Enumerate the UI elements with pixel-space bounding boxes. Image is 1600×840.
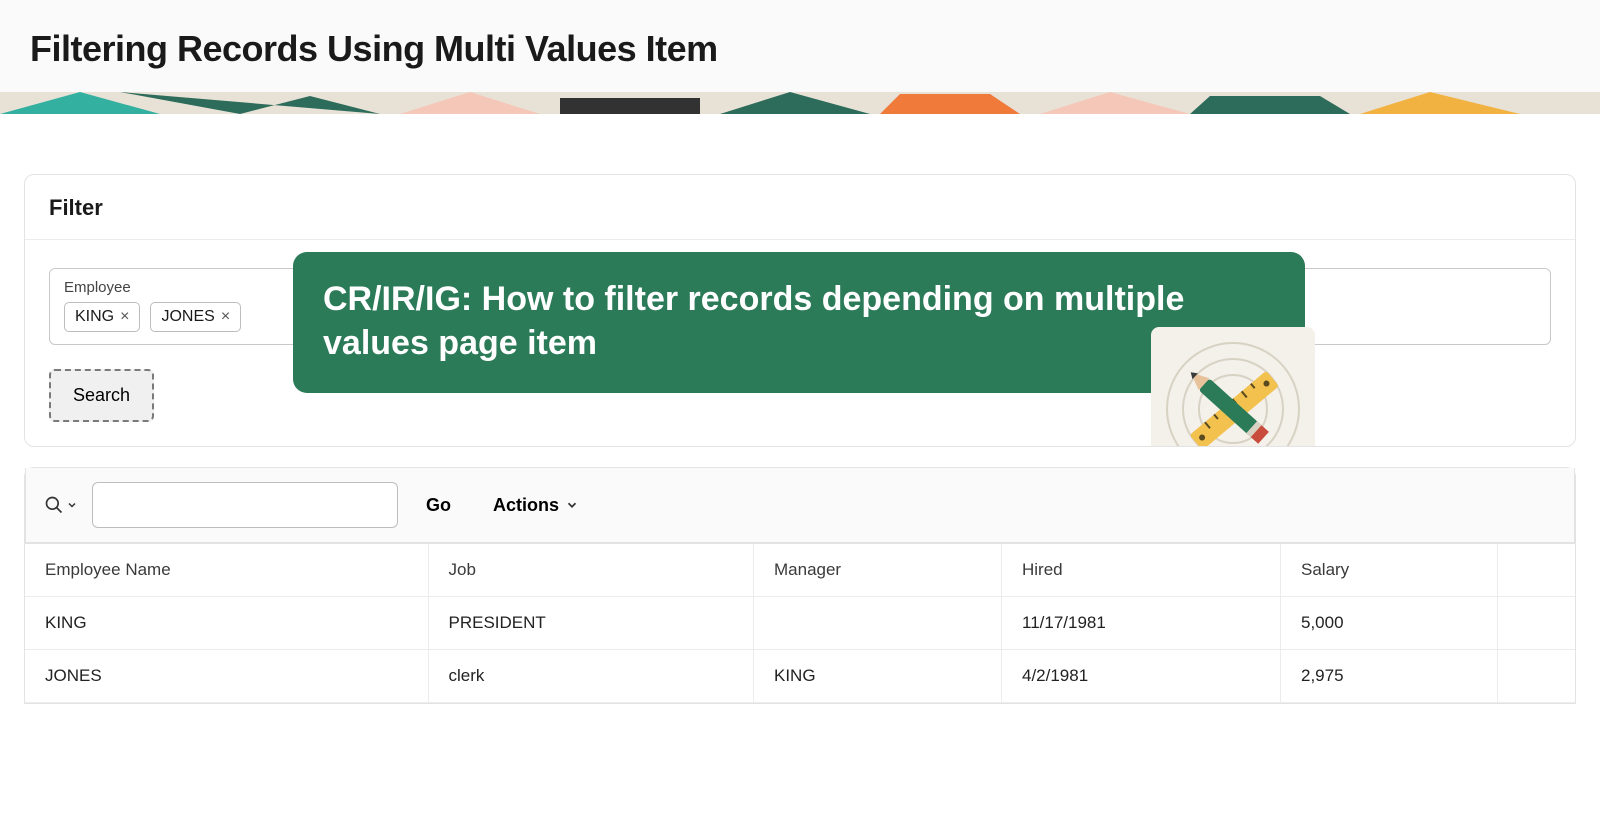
interactive-report: Go Actions Employee Name Job Manager Hir… (24, 467, 1576, 704)
table-row[interactable]: JONES clerk KING 4/2/1981 2,975 (25, 650, 1575, 703)
report-toolbar: Go Actions (25, 468, 1575, 543)
go-button[interactable]: Go (412, 487, 465, 524)
cell-name: KING (25, 597, 428, 650)
col-header-hired[interactable]: Hired (1002, 544, 1281, 597)
filter-region: Filter Employee KING × JONES × Search C (24, 174, 1576, 447)
cell-extra (1498, 650, 1576, 703)
chip-king[interactable]: KING × (64, 302, 140, 332)
annotation-text: CR/IR/IG: How to filter records dependin… (323, 280, 1184, 362)
cell-job: clerk (428, 650, 754, 703)
report-search-input[interactable] (92, 482, 398, 528)
search-column-selector[interactable] (40, 482, 82, 528)
search-icon (44, 495, 64, 515)
filter-region-title: Filter (25, 175, 1575, 240)
chevron-down-icon (66, 499, 78, 511)
cell-hired: 11/17/1981 (1002, 597, 1281, 650)
actions-label: Actions (493, 495, 559, 516)
close-icon[interactable]: × (221, 308, 230, 326)
col-header-job[interactable]: Job (428, 544, 754, 597)
page-header: Filtering Records Using Multi Values Ite… (0, 0, 1600, 92)
chip-label: JONES (161, 308, 214, 326)
cell-salary: 5,000 (1281, 597, 1498, 650)
cell-salary: 2,975 (1281, 650, 1498, 703)
search-button[interactable]: Search (49, 369, 154, 422)
cell-manager: KING (754, 650, 1002, 703)
decorative-banner (0, 92, 1600, 114)
cell-name: JONES (25, 650, 428, 703)
page-title: Filtering Records Using Multi Values Ite… (30, 28, 1570, 70)
cell-manager (754, 597, 1002, 650)
pencil-ruler-icon (1151, 327, 1315, 447)
cell-extra (1498, 597, 1576, 650)
chip-jones[interactable]: JONES × (150, 302, 241, 332)
col-header-name[interactable]: Employee Name (25, 544, 428, 597)
annotation-callout: CR/IR/IG: How to filter records dependin… (293, 252, 1305, 393)
chip-label: KING (75, 308, 114, 326)
close-icon[interactable]: × (120, 308, 129, 326)
chevron-down-icon (565, 498, 579, 512)
table-header-row: Employee Name Job Manager Hired Salary (25, 544, 1575, 597)
cell-job: PRESIDENT (428, 597, 754, 650)
actions-menu-button[interactable]: Actions (479, 487, 593, 524)
col-header-manager[interactable]: Manager (754, 544, 1002, 597)
report-table: Employee Name Job Manager Hired Salary K… (25, 544, 1575, 703)
col-header-salary[interactable]: Salary (1281, 544, 1498, 597)
cell-hired: 4/2/1981 (1002, 650, 1281, 703)
table-row[interactable]: KING PRESIDENT 11/17/1981 5,000 (25, 597, 1575, 650)
col-header-extra (1498, 544, 1576, 597)
